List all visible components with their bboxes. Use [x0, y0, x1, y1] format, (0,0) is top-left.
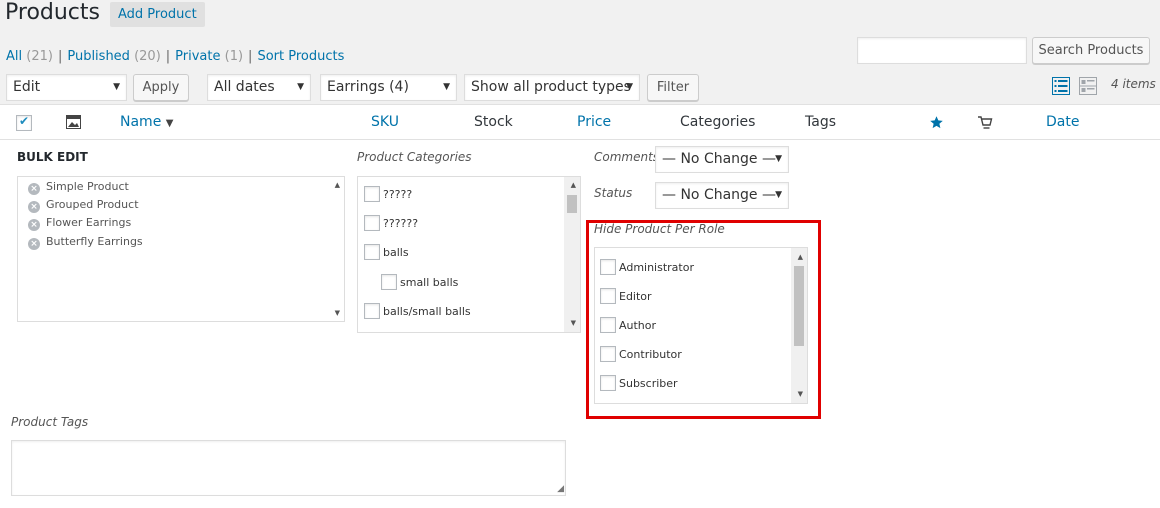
role-item[interactable]: Administrator: [600, 259, 694, 275]
scroll-up-icon[interactable]: ▲: [571, 181, 576, 189]
dates-value: All dates: [214, 79, 275, 95]
cart-icon: [978, 116, 993, 129]
search-products-button[interactable]: Search Products: [1032, 37, 1150, 64]
chevron-down-icon: ▼: [626, 82, 633, 92]
filter-button[interactable]: Filter: [647, 74, 699, 101]
select-all-checkbox[interactable]: [16, 114, 32, 131]
table-header-row: Name ▼ SKU Stock Price Categories Tags D…: [0, 104, 1160, 140]
product-tags-textarea[interactable]: ◢: [11, 440, 566, 496]
category-checkbox[interactable]: [364, 215, 380, 231]
scrollbar-thumb[interactable]: [794, 266, 804, 346]
list-item: × Butterfly Earrings: [28, 235, 143, 250]
comments-value: — No Change —: [662, 151, 776, 167]
role-checkbox[interactable]: [600, 288, 616, 304]
category-item[interactable]: balls/small balls: [364, 303, 471, 319]
column-stock: Stock: [474, 114, 513, 130]
role-checkbox[interactable]: [600, 346, 616, 362]
search-input[interactable]: [857, 37, 1027, 64]
role-item[interactable]: Subscriber: [600, 375, 678, 391]
category-item[interactable]: small balls: [381, 274, 458, 290]
category-checkbox[interactable]: [364, 186, 380, 202]
chevron-down-icon: ▼: [297, 82, 304, 92]
apply-button[interactable]: Apply: [133, 74, 189, 101]
column-categories: Categories: [680, 114, 756, 130]
remove-icon[interactable]: ×: [28, 238, 40, 250]
chevron-down-icon: ▼: [775, 154, 782, 164]
column-tags: Tags: [805, 114, 836, 130]
status-label: Status: [594, 186, 633, 200]
image-icon: [66, 115, 81, 129]
role-item[interactable]: Author: [600, 317, 656, 333]
comments-select[interactable]: — No Change — ▼: [655, 146, 789, 173]
scroll-down-icon[interactable]: ▼: [571, 319, 576, 327]
add-product-button[interactable]: Add Product: [110, 2, 205, 27]
bulk-edit-list: × Simple Product × Grouped Product × Flower…: [17, 176, 345, 322]
chevron-down-icon: ▼: [113, 82, 120, 92]
items-count: 4 items: [1111, 77, 1156, 91]
role-item[interactable]: Editor: [600, 288, 652, 304]
bulk-action-value: Edit: [13, 79, 41, 95]
category-item[interactable]: ??????: [364, 215, 418, 231]
resize-handle-icon[interactable]: ◢: [557, 485, 564, 494]
chevron-down-icon: ▼: [775, 190, 782, 200]
column-date[interactable]: Date: [1046, 114, 1079, 130]
sort-desc-icon: ▼: [165, 118, 174, 129]
bulk-edit-title: BULK EDIT: [17, 150, 88, 164]
product-type-select[interactable]: Show all product types ▼: [464, 74, 640, 101]
column-name[interactable]: Name ▼: [120, 114, 173, 130]
list-item: × Grouped Product: [28, 198, 139, 213]
status-select[interactable]: — No Change — ▼: [655, 182, 789, 209]
view-private-link[interactable]: Private (1): [175, 49, 243, 64]
role-list: Administrator Editor Author Contributor …: [594, 247, 808, 404]
category-checkbox[interactable]: [364, 244, 380, 260]
remove-icon[interactable]: ×: [28, 183, 40, 195]
dates-select[interactable]: All dates ▼: [207, 74, 311, 101]
scroll-down-icon[interactable]: ▼: [798, 390, 803, 398]
view-published-link[interactable]: Published (20): [67, 49, 160, 64]
list-item: × Simple Product: [28, 180, 129, 195]
scroll-down-icon[interactable]: ▼: [335, 309, 340, 317]
category-value: Earrings (4): [327, 79, 409, 95]
scroll-up-icon[interactable]: ▲: [335, 181, 340, 189]
remove-icon[interactable]: ×: [28, 201, 40, 213]
role-checkbox[interactable]: [600, 317, 616, 333]
view-all-link[interactable]: All (21): [6, 49, 53, 64]
list-item: × Flower Earrings: [28, 216, 131, 231]
role-item[interactable]: Contributor: [600, 346, 682, 362]
role-checkbox[interactable]: [600, 375, 616, 391]
comments-label: Comments: [594, 150, 660, 164]
remove-icon[interactable]: ×: [28, 219, 40, 231]
scroll-up-icon[interactable]: ▲: [798, 253, 803, 261]
column-price[interactable]: Price: [577, 114, 611, 130]
category-item[interactable]: ?????: [364, 186, 412, 202]
category-checkbox[interactable]: [381, 274, 397, 290]
hide-per-role-label: Hide Product Per Role: [594, 222, 725, 236]
sort-products-link[interactable]: Sort Products: [257, 49, 344, 64]
role-checkbox[interactable]: [600, 259, 616, 275]
chevron-down-icon: ▼: [443, 82, 450, 92]
page-title: Products: [5, 0, 100, 25]
list-view-icon[interactable]: [1052, 77, 1070, 95]
star-icon[interactable]: [929, 115, 944, 130]
category-checkbox[interactable]: [364, 303, 380, 319]
scrollbar-thumb[interactable]: [567, 195, 577, 213]
product-categories-list: ????? ?????? balls small balls balls/sma…: [357, 176, 581, 333]
product-type-value: Show all product types: [471, 79, 631, 95]
category-item[interactable]: balls: [364, 244, 409, 260]
status-value: — No Change —: [662, 187, 776, 203]
column-sku[interactable]: SKU: [371, 114, 399, 130]
view-filters: All (21) | Published (20) | Private (1) | Sort…: [6, 49, 345, 64]
product-tags-label: Product Tags: [11, 415, 89, 429]
product-categories-label: Product Categories: [357, 150, 472, 164]
excerpt-view-icon[interactable]: [1079, 77, 1097, 95]
category-select[interactable]: Earrings (4) ▼: [320, 74, 457, 101]
bulk-action-select[interactable]: Edit ▼: [6, 74, 127, 101]
